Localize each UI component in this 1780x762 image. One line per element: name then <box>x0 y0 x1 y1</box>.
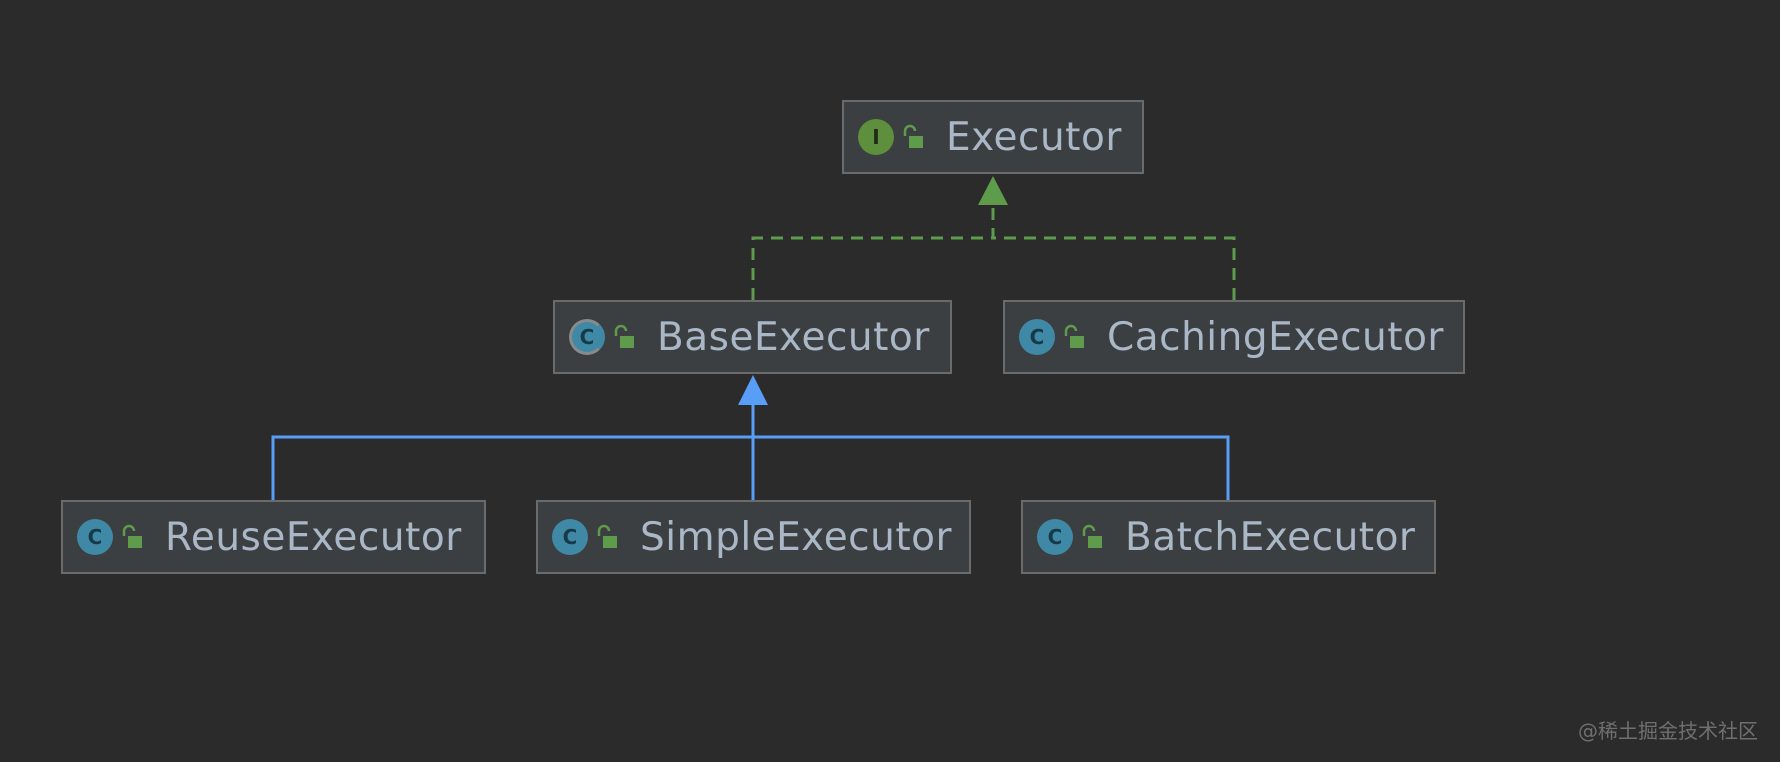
class-icon: C <box>552 519 588 555</box>
unlock-icon <box>1082 524 1102 548</box>
class-icon: C <box>77 519 113 555</box>
unlock-icon <box>614 324 634 348</box>
class-icon: C <box>1037 519 1073 555</box>
node-label: BaseExecutor <box>657 314 930 360</box>
node-label: BatchExecutor <box>1125 514 1416 560</box>
node-simple-executor[interactable]: C SimpleExecutor <box>536 500 971 574</box>
edge-base-implements-executor <box>751 205 995 300</box>
node-batch-executor[interactable]: C BatchExecutor <box>1021 500 1436 574</box>
unlock-icon <box>903 124 923 148</box>
node-label: ReuseExecutor <box>165 514 462 560</box>
implements-arrowhead <box>978 176 1008 205</box>
node-label: CachingExecutor <box>1107 314 1444 360</box>
edge-batch-extends-base <box>753 435 1230 500</box>
watermark: @稀土掘金技术社区 <box>1578 719 1758 743</box>
edge-caching-implements-executor <box>993 236 1236 300</box>
extends-arrowhead <box>738 375 768 405</box>
interface-icon: I <box>858 119 894 155</box>
node-label: Executor <box>946 114 1122 160</box>
abstract-class-icon: C <box>569 319 605 355</box>
class-icon: C <box>1019 319 1055 355</box>
node-label: SimpleExecutor <box>640 514 953 560</box>
node-base-executor[interactable]: C BaseExecutor <box>553 300 952 374</box>
edge-reuse-extends-base <box>271 435 753 500</box>
node-reuse-executor[interactable]: C ReuseExecutor <box>61 500 486 574</box>
unlock-icon <box>1064 324 1084 348</box>
unlock-icon <box>597 524 617 548</box>
unlock-icon <box>122 524 142 548</box>
node-caching-executor[interactable]: C CachingExecutor <box>1003 300 1465 374</box>
node-executor[interactable]: I Executor <box>842 100 1144 174</box>
